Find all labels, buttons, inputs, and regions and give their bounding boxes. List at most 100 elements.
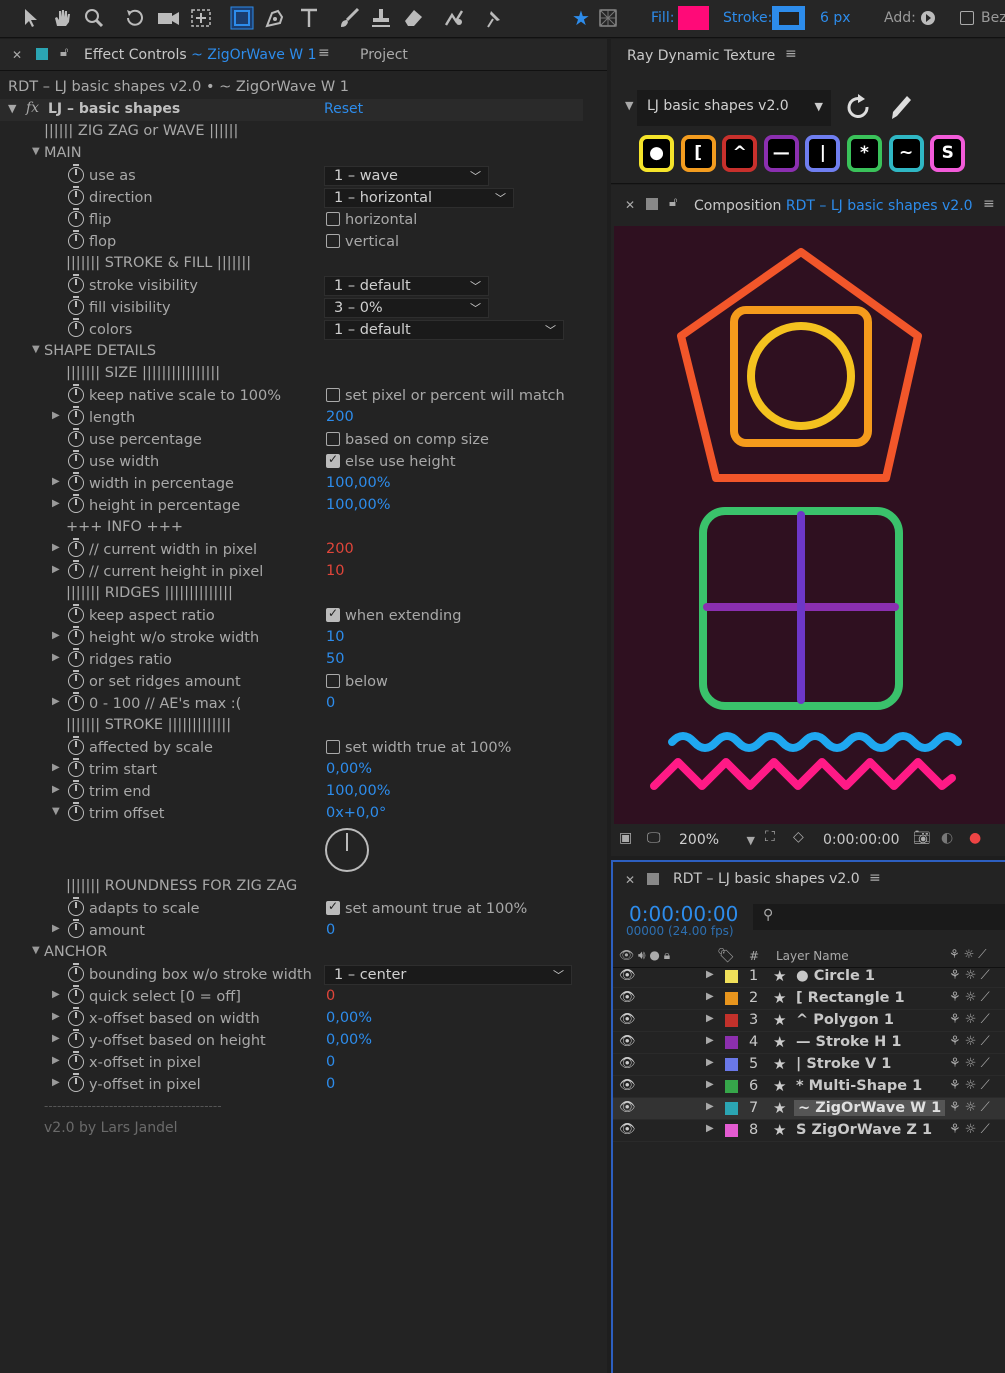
property-row-trim-end[interactable]: ▶ trim end 100,00% [0, 780, 600, 803]
col-layer-name[interactable]: Layer Name [776, 949, 849, 963]
property-row-affected-by-scale[interactable]: affected by scale set width true at 100% [0, 736, 600, 759]
property-value[interactable]: 0 [326, 1054, 335, 1070]
property-row-trim-start[interactable]: ▶ trim start 0,00% [0, 758, 600, 781]
puppet-pin-tool-icon[interactable] [482, 7, 504, 29]
property-row-or-set-ridges-amount[interactable]: or set ridges amount below [0, 670, 600, 693]
collapsed-triangle-icon[interactable]: ▶ [52, 476, 64, 488]
collapsed-triangle-icon[interactable]: ▶ [52, 1011, 64, 1023]
property-row-colors[interactable]: colors 1 – default ﹀ [0, 318, 600, 341]
close-panel-icon[interactable]: ✕ [12, 48, 22, 62]
layer-expand-icon[interactable]: ▶ [706, 1123, 714, 1134]
property-value[interactable]: 100,00% [326, 497, 391, 513]
property-row-x-offset-based-on-width[interactable]: ▶ x-offset based on width 0,00% [0, 1007, 600, 1030]
channel-icon[interactable]: ● [969, 830, 981, 846]
stopwatch-icon[interactable] [68, 472, 84, 491]
property-checkbox[interactable]: when extending [326, 606, 461, 624]
stopwatch-icon[interactable] [68, 648, 84, 667]
shape-button-7[interactable]: ~ [888, 135, 924, 172]
layer-name[interactable]: * Multi-Shape 1 [796, 1078, 922, 1094]
property-value[interactable]: 0 [326, 988, 335, 1004]
layer-row-3[interactable]: 👁︎ ▶ 3 ★ ^ Polygon 1 ⚘ ☼ ⟋ [613, 1010, 1005, 1032]
layer-expand-icon[interactable]: ▶ [706, 969, 714, 980]
region-of-interest-icon[interactable]: ⛶ [765, 829, 775, 845]
property-row-anchor[interactable]: ▼ ANCHOR [0, 942, 600, 964]
layer-search-input[interactable]: ⚲ [753, 904, 1005, 930]
layer-name[interactable]: — Stroke H 1 [796, 1034, 901, 1050]
shape-button-2[interactable]: [ [680, 135, 716, 172]
preset-dropdown[interactable]: LJ basic shapes v2.0 ▼ [637, 90, 831, 126]
checkbox-icon[interactable] [326, 212, 340, 226]
group-expand-icon[interactable]: ▼ [32, 146, 44, 158]
current-time[interactable]: 0:00:00:00 [823, 832, 900, 848]
layer-switches-icon[interactable]: ⚘ ☼ ⟋ [949, 990, 990, 1005]
collapsed-triangle-icon[interactable]: ▶ [52, 1055, 64, 1067]
stopwatch-icon[interactable] [68, 1007, 84, 1026]
layer-name[interactable]: | Stroke V 1 [796, 1056, 891, 1072]
property-value[interactable]: 0,00% [326, 761, 372, 777]
expand-triangle-icon[interactable]: ▼ [8, 102, 16, 115]
shape-button-3[interactable]: ^ [722, 135, 758, 172]
comp-menu-icon[interactable]: ≡ [983, 196, 995, 212]
collapsed-triangle-icon[interactable]: ▶ [52, 630, 64, 642]
zoom-tool-icon[interactable] [84, 7, 104, 29]
group-expand-icon[interactable]: ▼ [32, 344, 44, 356]
ray-menu-icon[interactable]: ≡ [785, 46, 797, 62]
layer-switches-icon[interactable]: ⚘ ☼ ⟋ [949, 1012, 990, 1027]
visibility-eye-icon[interactable]: 👁︎ [619, 1122, 636, 1137]
property-row-y-offset-in-pixel[interactable]: ▶ y-offset in pixel 0 [0, 1073, 600, 1096]
layer-row-7[interactable]: 👁︎ ▶ 7 ★ ~ ZigOrWave W 1 ⚘ ☼ ⟋ [613, 1098, 1005, 1120]
layer-label-color[interactable] [725, 1036, 738, 1049]
pen-tool-icon[interactable] [264, 7, 286, 29]
property-value[interactable]: 10 [326, 563, 344, 579]
zoom-dropdown[interactable]: 200% ▼ [671, 829, 757, 853]
stopwatch-icon[interactable] [68, 450, 84, 469]
rectangle-tool-icon[interactable] [230, 6, 254, 30]
stopwatch-icon[interactable] [68, 626, 84, 645]
collapsed-triangle-icon[interactable]: ▶ [52, 762, 64, 774]
stopwatch-icon[interactable] [68, 1073, 84, 1092]
property-dropdown[interactable]: 1 – default ﹀ [324, 320, 564, 340]
layer-switches-icon[interactable]: ⚘ ☼ ⟋ [949, 1078, 990, 1093]
collapsed-triangle-icon[interactable]: ▶ [52, 1033, 64, 1045]
checkbox-icon[interactable] [326, 674, 340, 688]
stopwatch-icon[interactable] [68, 736, 84, 755]
layer-row-6[interactable]: 👁︎ ▶ 6 ★ * Multi-Shape 1 ⚘ ☼ ⟋ [613, 1076, 1005, 1098]
checkbox-icon[interactable] [326, 452, 340, 468]
property-row-direction[interactable]: direction 1 – horizontal ﹀ [0, 186, 600, 209]
selection-tool-icon[interactable] [22, 7, 40, 29]
stopwatch-icon[interactable] [68, 985, 84, 1004]
close-timeline-icon[interactable]: ✕ [625, 873, 635, 887]
property-value[interactable]: 0 [326, 922, 335, 938]
layer-label-color[interactable] [725, 1102, 738, 1115]
property-row-trim-offset[interactable]: ▼ trim offset 0x+0,0° [0, 802, 600, 825]
checkbox-icon[interactable] [326, 432, 340, 446]
collapsed-triangle-icon[interactable]: ▶ [52, 564, 64, 576]
property-row-adapts-to-scale[interactable]: adapts to scale set amount true at 100% [0, 897, 600, 920]
stopwatch-icon[interactable] [68, 780, 84, 799]
visibility-eye-icon[interactable]: 👁︎ [619, 1056, 636, 1071]
type-tool-icon[interactable] [298, 7, 320, 29]
refresh-icon[interactable] [843, 92, 873, 126]
stopwatch-icon[interactable] [68, 208, 84, 227]
stopwatch-icon[interactable] [68, 1051, 84, 1070]
stroke-width-value[interactable]: 6 px [820, 10, 851, 26]
bezier-checkbox[interactable] [960, 7, 979, 29]
add-icon[interactable] [920, 7, 936, 29]
layer-row-5[interactable]: 👁︎ ▶ 5 ★ | Stroke V 1 ⚘ ☼ ⟋ [613, 1054, 1005, 1076]
property-value[interactable]: 200 [326, 409, 354, 425]
collapsed-triangle-icon[interactable]: ▶ [52, 989, 64, 1001]
stopwatch-icon[interactable] [68, 802, 84, 821]
property-row-x-offset-in-pixel[interactable]: ▶ x-offset in pixel 0 [0, 1051, 600, 1074]
stopwatch-icon[interactable] [68, 318, 84, 337]
property-row-length[interactable]: ▶ length 200 [0, 406, 600, 429]
property-checkbox[interactable]: vertical [326, 234, 399, 250]
show-snapshot-icon[interactable]: ◐ [941, 830, 953, 846]
eraser-tool-icon[interactable] [402, 7, 424, 29]
property-value[interactable]: 0 [326, 1076, 335, 1092]
shape-button-4[interactable]: — [763, 135, 799, 172]
visibility-eye-icon[interactable]: 👁︎ [619, 990, 636, 1005]
stopwatch-icon[interactable] [68, 919, 84, 938]
visibility-eye-icon[interactable]: 👁︎ [619, 968, 636, 983]
ray-collapse-icon[interactable]: ▼ [625, 99, 633, 112]
property-row-fill-visibility[interactable]: fill visibility 3 – 0% ﹀ [0, 296, 600, 319]
